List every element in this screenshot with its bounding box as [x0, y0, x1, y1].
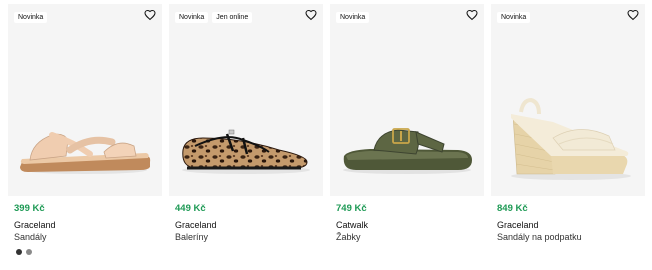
product-category[interactable]: Sandály [14, 232, 47, 242]
product-price: 849 Kč [497, 203, 528, 214]
product-brand[interactable]: Catwalk [336, 220, 368, 230]
badge-new: Novinka [497, 12, 531, 23]
badge-new: Novinka [14, 12, 48, 23]
product-image-area[interactable]: Novinka Jen online [169, 4, 323, 196]
product-grid: Novinka 399 Kč Graceland Sandály Novinka… [0, 0, 652, 270]
product-brand[interactable]: Graceland [497, 220, 539, 230]
heart-icon[interactable] [305, 9, 317, 21]
product-category[interactable]: Baleríny [175, 232, 208, 242]
product-image-area[interactable]: Novinka [491, 4, 645, 196]
color-swatch-dark[interactable] [16, 249, 22, 255]
product-image-beige-sandal [20, 132, 151, 174]
product-brand[interactable]: Graceland [14, 220, 56, 230]
product-card[interactable]: Novinka 849 Kč Graceland Sandály na podp… [491, 4, 645, 266]
product-price: 449 Kč [175, 203, 206, 214]
product-image-olive-flip-flop [343, 128, 472, 174]
product-image-area[interactable]: Novinka [8, 4, 162, 196]
product-card[interactable]: Novinka Jen online 449 Kč Graceland Bale… [169, 4, 323, 266]
color-swatches [16, 249, 32, 255]
badge-new: Novinka [175, 12, 209, 23]
product-image-leopard-ballerina [182, 129, 310, 174]
product-category[interactable]: Sandály na podpatku [497, 232, 582, 242]
heart-icon[interactable] [144, 9, 156, 21]
product-image-cream-wedge-sandal [511, 97, 631, 180]
color-swatch-grey[interactable] [26, 249, 32, 255]
product-card[interactable]: Novinka 399 Kč Graceland Sandály [8, 4, 162, 266]
product-category[interactable]: Žabky [336, 232, 361, 242]
product-price: 749 Kč [336, 203, 367, 214]
product-card[interactable]: Novinka 749 Kč Catwalk Žabky [330, 4, 484, 266]
heart-icon[interactable] [466, 9, 478, 21]
product-image-area[interactable]: Novinka [330, 4, 484, 196]
badge-new: Novinka [336, 12, 370, 23]
product-brand[interactable]: Graceland [175, 220, 217, 230]
heart-icon[interactable] [627, 9, 639, 21]
badge-online-only: Jen online [212, 12, 253, 23]
product-price: 399 Kč [14, 203, 45, 214]
